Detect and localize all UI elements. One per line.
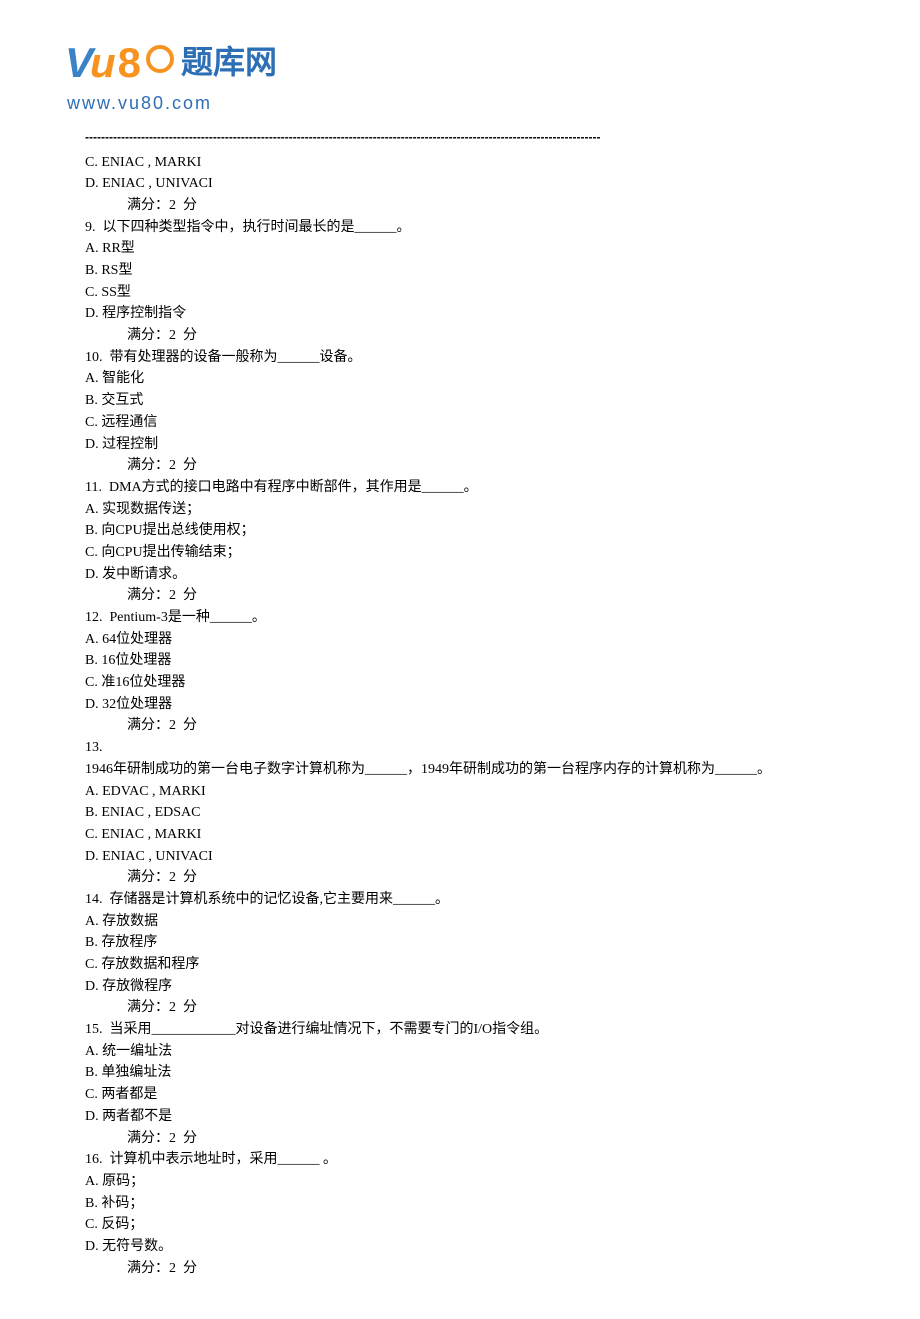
option-line: D. 发中断请求。	[85, 564, 835, 586]
option-line: B. RS型	[85, 260, 835, 282]
option-line: D. 过程控制	[85, 434, 835, 456]
option-line: A. 实现数据传送；	[85, 499, 835, 521]
logo-text: 题库网	[181, 38, 277, 88]
question-stem: 10. 带有处理器的设备一般称为______设备。	[85, 347, 835, 369]
option-line: A. 统一编址法	[85, 1041, 835, 1063]
option-line: C. SS型	[85, 282, 835, 304]
score-line: 满分：2 分	[85, 195, 835, 217]
option-line: D. 无符号数。	[85, 1236, 835, 1258]
logo-v-letter: V	[65, 30, 93, 95]
option-line: B. ENIAC , EDSAC	[85, 802, 835, 824]
option-line: C. 向CPU提出传输结束；	[85, 542, 835, 564]
option-line: B. 16位处理器	[85, 650, 835, 672]
option-line: A. 原码；	[85, 1171, 835, 1193]
score-line: 满分：2 分	[85, 1258, 835, 1280]
question-stem: 9. 以下四种类型指令中，执行时间最长的是______。	[85, 217, 835, 239]
option-line: D. 两者都不是	[85, 1106, 835, 1128]
option-line: D. 程序控制指令	[85, 303, 835, 325]
option-line: C. 两者都是	[85, 1084, 835, 1106]
option-line: D. ENIAC , UNIVACI	[85, 846, 835, 868]
logo-graphic: Vu8 题库网	[65, 30, 920, 95]
divider-line: ----------------------------------------…	[85, 128, 835, 147]
option-line: B. 存放程序	[85, 932, 835, 954]
score-line: 满分：2 分	[85, 715, 835, 737]
option-line: A. RR型	[85, 238, 835, 260]
option-line: A. 64位处理器	[85, 629, 835, 651]
score-line: 满分：2 分	[85, 585, 835, 607]
questions-container: C. ENIAC , MARKID. ENIAC , UNIVACI满分：2 分…	[85, 152, 835, 1280]
document-content: ----------------------------------------…	[0, 128, 920, 1319]
option-line: C. 准16位处理器	[85, 672, 835, 694]
option-line: D. 存放微程序	[85, 976, 835, 998]
option-line: C. 远程通信	[85, 412, 835, 434]
question-stem: 13.	[85, 737, 835, 759]
question-stem: 15. 当采用____________对设备进行编址情况下，不需要专门的I/O指…	[85, 1019, 835, 1041]
option-line: C. ENIAC , MARKI	[85, 152, 835, 174]
option-line: B. 补码；	[85, 1193, 835, 1215]
question-stem: 16. 计算机中表示地址时，采用______ 。	[85, 1149, 835, 1171]
logo-o-icon	[146, 45, 174, 73]
option-line: B. 向CPU提出总线使用权；	[85, 520, 835, 542]
option-line: A. 智能化	[85, 368, 835, 390]
question-stem: 12. Pentium-3是一种______。	[85, 607, 835, 629]
option-line: D. ENIAC , UNIVACI	[85, 173, 835, 195]
option-line: D. 32位处理器	[85, 694, 835, 716]
score-line: 满分：2 分	[85, 997, 835, 1019]
logo-u-letter: u	[90, 30, 116, 95]
logo-8-digit: 8	[118, 30, 141, 95]
option-line: C. 存放数据和程序	[85, 954, 835, 976]
option-line: A. EDVAC , MARKI	[85, 781, 835, 803]
score-line: 满分：2 分	[85, 325, 835, 347]
option-line: C. 反码；	[85, 1214, 835, 1236]
score-line: 满分：2 分	[85, 867, 835, 889]
option-line: A. 存放数据	[85, 911, 835, 933]
option-line: B. 交互式	[85, 390, 835, 412]
question-stem: 11. DMA方式的接口电路中有程序中断部件，其作用是______。	[85, 477, 835, 499]
question-stem-continuation: 1946年研制成功的第一台电子数字计算机称为______，1949年研制成功的第…	[85, 759, 835, 781]
question-stem: 14. 存储器是计算机系统中的记忆设备,它主要用来______。	[85, 889, 835, 911]
logo-header: Vu8 题库网 www.vu80.com	[0, 0, 920, 128]
score-line: 满分：2 分	[85, 455, 835, 477]
score-line: 满分：2 分	[85, 1128, 835, 1150]
logo-url: www.vu80.com	[65, 90, 920, 118]
option-line: B. 单独编址法	[85, 1062, 835, 1084]
option-line: C. ENIAC , MARKI	[85, 824, 835, 846]
